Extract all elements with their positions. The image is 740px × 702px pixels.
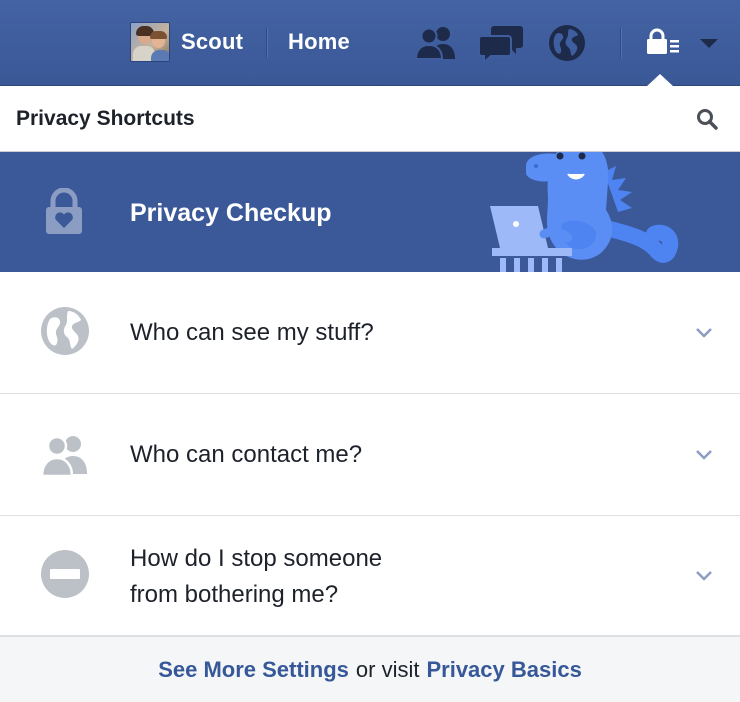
avatar (130, 22, 170, 62)
nav-divider (266, 28, 267, 58)
account-caret-icon[interactable] (686, 22, 732, 64)
people-icon (38, 428, 92, 482)
chevron-down-icon[interactable] (690, 445, 718, 465)
panel-title: Privacy Shortcuts (16, 107, 195, 130)
privacy-shortcuts-header: Privacy Shortcuts (0, 86, 740, 152)
chevron-down-icon[interactable] (690, 323, 718, 343)
list-item-who-can-see[interactable]: Who can see my stuff? (0, 272, 740, 394)
messages-icon[interactable] (478, 22, 524, 64)
row-label: Who can contact me? (130, 441, 363, 468)
home-link[interactable]: Home (288, 29, 350, 55)
chevron-down-icon[interactable] (690, 566, 718, 586)
lock-heart-icon (40, 187, 88, 241)
privacy-checkup-banner[interactable]: Privacy Checkup (0, 152, 740, 272)
list-item-who-can-contact[interactable]: Who can contact me? (0, 394, 740, 516)
profile-name: Scout (181, 29, 244, 54)
row-label-line-1: How do I stop someone (130, 545, 383, 572)
search-icon[interactable] (692, 104, 722, 134)
privacy-dinosaur-illustration (486, 152, 686, 272)
top-navigation-bar: Scout Home (0, 0, 740, 87)
privacy-checkup-label: Privacy Checkup (130, 199, 332, 227)
nav-divider (620, 28, 621, 58)
block-icon (38, 547, 92, 601)
row-label-line-2: from bothering me? (130, 581, 339, 608)
row-label: Who can see my stuff? (130, 319, 374, 346)
globe-icon (38, 304, 92, 358)
settings-footer: See More Settings or visit Privacy Basic… (0, 636, 740, 702)
footer-connector-text: or visit (355, 656, 420, 682)
friend-requests-icon[interactable] (414, 22, 460, 64)
privacy-lock-icon[interactable] (640, 22, 686, 64)
privacy-basics-link[interactable]: Privacy Basics (426, 657, 581, 683)
list-item-stop-someone[interactable]: How do I stop someone from bothering me? (0, 516, 740, 636)
see-more-settings-link[interactable]: See More Settings (158, 657, 349, 683)
notifications-globe-icon[interactable] (544, 22, 590, 64)
profile-link[interactable]: Scout (130, 22, 243, 62)
